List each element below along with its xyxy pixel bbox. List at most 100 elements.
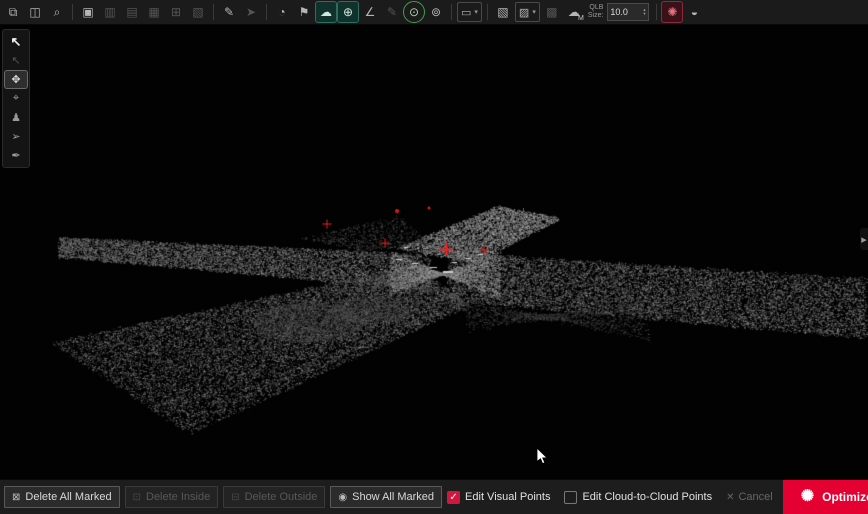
qlb-size-label: QLBSize: — [588, 4, 604, 20]
optimize-bundle-button[interactable]: ✺ Optimize Bundle — [783, 480, 868, 514]
qlb-size-control: QLBSize:10.0▲▼ — [588, 3, 650, 21]
annotate-tool-button[interactable]: ✎ — [382, 2, 402, 22]
bucket-icon: ◒ — [691, 5, 698, 19]
split-view-button[interactable]: ◫ — [25, 2, 45, 22]
display-mode-dropdown[interactable]: ▭▾ — [457, 2, 482, 22]
camera-icon: ▣ — [82, 5, 93, 19]
delete-all-marked-icon: ⊠ — [12, 492, 20, 503]
bottom-bar: ⊠Delete All Marked⊡Delete Inside⊟Delete … — [0, 479, 868, 514]
control-point-marker[interactable] — [440, 243, 453, 256]
toolbar-separator — [451, 4, 452, 20]
display-mode-icon: ▭ — [461, 6, 471, 19]
layers-icon: ⧉ — [9, 5, 18, 20]
close-icon: ✕ — [726, 492, 734, 503]
cloud-merge-button[interactable]: ☁M — [564, 2, 584, 22]
person-view-button[interactable]: ♟ — [5, 109, 27, 126]
control-point-marker[interactable] — [395, 209, 399, 213]
chevron-down-icon: ▾ — [532, 8, 536, 16]
pen-icon: ✎ — [224, 5, 234, 19]
qlb-size-input[interactable]: 10.0▲▼ — [607, 3, 649, 21]
delete-inside-label: Delete Inside — [146, 491, 210, 503]
delete-all-marked-button[interactable]: ⊠ Delete All Marked — [4, 486, 120, 508]
bottom-bar-right: ✓ Edit Visual Points Edit Cloud-to-Cloud P… — [447, 480, 868, 514]
delete-all-marked-label: Delete All Marked — [25, 491, 111, 503]
cloud-icon: ☁ — [320, 5, 332, 19]
cloud-classify-button[interactable]: ☁ — [316, 2, 336, 22]
orbit-tool-button[interactable]: ◔ — [272, 2, 292, 22]
mouse-cursor — [537, 448, 549, 466]
delete-inside-button: ⊡Delete Inside — [125, 486, 219, 508]
badge-label: M — [578, 15, 584, 22]
show-all-marked-icon: ◉ — [338, 492, 347, 503]
fill-tool-button[interactable]: ◒ — [684, 2, 704, 22]
bottom-bar-buttons: ⊠Delete All Marked⊡Delete Inside⊟Delete … — [4, 486, 447, 508]
orbit-icon: ◔ — [278, 5, 285, 19]
control-point-marker[interactable] — [428, 207, 431, 210]
spray-icon: ✺ — [667, 5, 677, 19]
edit-visual-points-checkbox[interactable]: ✓ Edit Visual Points — [447, 491, 550, 504]
cursor-icon: ↖ — [11, 34, 22, 50]
control-point-marker[interactable] — [480, 246, 489, 255]
camera-button[interactable]: ▣ — [78, 2, 98, 22]
navigate-tool-button[interactable]: ➢ — [5, 128, 27, 145]
zoom-extents-button[interactable]: ⌕ — [47, 2, 67, 22]
paint-marked-button[interactable]: ✺ — [662, 2, 682, 22]
film-panel-button[interactable]: ▧ — [188, 2, 208, 22]
toolbar-separator — [656, 4, 657, 20]
checkbox-empty-icon[interactable] — [564, 491, 577, 504]
pin-icon: ⊙ — [409, 5, 419, 19]
toolbar-separator — [72, 4, 73, 20]
point-cloud-canvas[interactable] — [0, 24, 868, 480]
edit-cloud-to-cloud-points-label: Edit Cloud-to-Cloud Points — [582, 491, 712, 503]
viewport-3d[interactable] — [0, 24, 868, 480]
angle-icon: ∠ — [365, 5, 376, 19]
panel-columns-button[interactable]: ▥ — [100, 2, 120, 22]
control-point-adjust-button[interactable]: ⊚ — [426, 2, 446, 22]
cursor-plus-icon: ↖ — [11, 54, 20, 67]
edit-visual-points-label: Edit Visual Points — [465, 491, 550, 503]
select-tool-button[interactable]: ↖ — [5, 33, 27, 50]
control-point-marker[interactable] — [323, 220, 332, 229]
checkmark-icon[interactable]: ✓ — [447, 491, 460, 504]
flag-icon: ⚑ — [299, 5, 310, 19]
rows-icon: ▤ — [126, 5, 137, 19]
draw-tool-button[interactable]: ✎ — [219, 2, 239, 22]
cancel-button[interactable]: ✕ Cancel — [726, 491, 773, 503]
image-icon: ⊞ — [171, 5, 181, 19]
globe-icon: ⊕ — [343, 5, 353, 19]
layers-button[interactable]: ⧉ — [3, 2, 23, 22]
cube-options-dropdown[interactable]: ▨▾ — [515, 2, 540, 22]
cube-icon: ▧ — [497, 5, 508, 19]
edit-cloud-to-cloud-points-checkbox[interactable]: Edit Cloud-to-Cloud Points — [564, 491, 712, 504]
cube-alt-button[interactable]: ▩ — [542, 2, 562, 22]
delete-outside-label: Delete Outside — [245, 491, 318, 503]
control-point-marker[interactable] — [381, 239, 390, 248]
target-icon: ⌖ — [13, 92, 19, 105]
pick-tool-button[interactable]: ➤ — [241, 2, 261, 22]
pick-arrow-icon: ➤ — [246, 5, 256, 19]
toolbar-separator — [487, 4, 488, 20]
select-add-tool-button[interactable]: ↖ — [5, 52, 27, 69]
control-point-button[interactable]: ⊙ — [404, 2, 424, 22]
cancel-label: Cancel — [738, 491, 772, 503]
control-point-marker[interactable] — [518, 208, 528, 218]
panel-grid-button[interactable]: ▦ — [144, 2, 164, 22]
pencil-icon: ✎ — [387, 5, 397, 19]
flag-tool-button[interactable]: ⚑ — [294, 2, 314, 22]
measure-tool-button[interactable]: ∠ — [360, 2, 380, 22]
panel-rows-button[interactable]: ▤ — [122, 2, 142, 22]
cube-options-icon: ▨ — [519, 6, 529, 19]
gps-tool-button[interactable]: ⌖ — [5, 90, 27, 107]
optimize-bundle-label: Optimize Bundle — [822, 490, 868, 504]
paint-tool-button[interactable]: ✒ — [5, 147, 27, 164]
panel-expander-arrow[interactable]: ▸ — [860, 228, 868, 250]
toolbar-separator — [266, 4, 267, 20]
globe-view-button[interactable]: ⊕ — [338, 2, 358, 22]
toolbar-separator — [213, 4, 214, 20]
image-panel-button[interactable]: ⊞ — [166, 2, 186, 22]
move-tool-button[interactable]: ✥ — [5, 71, 27, 88]
spinner-arrows-icon[interactable]: ▲▼ — [642, 8, 646, 16]
cube-view-button[interactable]: ▧ — [493, 2, 513, 22]
person-icon: ♟ — [11, 111, 21, 124]
show-all-marked-button[interactable]: ◉Show All Marked — [330, 486, 442, 508]
